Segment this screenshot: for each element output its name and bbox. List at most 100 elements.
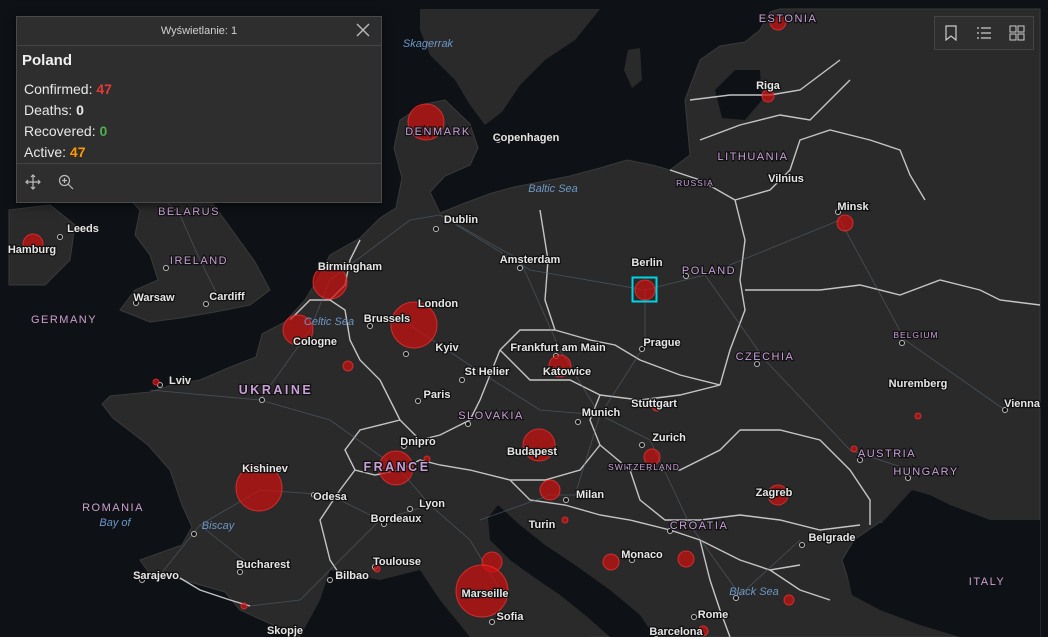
map-label-country: AUSTRIA bbox=[858, 448, 916, 460]
map-label-country: LITHUANIA bbox=[718, 151, 789, 163]
map-label-country: ESTONIA bbox=[759, 13, 818, 25]
stat-active: Active: 47 bbox=[24, 142, 381, 163]
map-label-water: Black Sea bbox=[729, 586, 779, 598]
stat-value: 47 bbox=[69, 144, 86, 160]
map-label-water: Baltic Sea bbox=[528, 183, 578, 195]
popup-toolbar bbox=[17, 163, 381, 202]
grid-icon bbox=[1009, 25, 1025, 41]
map-label-country: HUNGARY bbox=[893, 466, 958, 478]
list-icon bbox=[977, 27, 991, 39]
map-label-city: Paris bbox=[424, 389, 451, 401]
map-label-city: Monaco bbox=[621, 549, 663, 561]
stat-deaths: Deaths: 0 bbox=[24, 100, 381, 121]
map-label-city: Frankfurt am Main bbox=[510, 342, 606, 354]
map-label-country-big: UKRAINE bbox=[239, 383, 313, 397]
map-label-city: Odesa bbox=[313, 491, 348, 503]
map-label-country-small: BELGIUM bbox=[893, 330, 938, 340]
feature-popup[interactable]: Wyświetlanie: 1 Poland Confirmed: 47 Dea… bbox=[16, 16, 382, 203]
basemap-gallery-button[interactable] bbox=[1000, 17, 1033, 49]
map-label-city: Berlin bbox=[631, 257, 662, 269]
map-label-city: Marseille bbox=[461, 588, 508, 600]
map-label-city: Bilbao bbox=[335, 570, 369, 582]
map-label-city: Bucharest bbox=[236, 559, 290, 571]
stat-value: 47 bbox=[96, 81, 112, 97]
legend-button[interactable] bbox=[968, 17, 1001, 49]
map-label-city: Sofia bbox=[497, 611, 525, 623]
stat-recovered: Recovered: 0 bbox=[24, 121, 381, 142]
map-label-city: London bbox=[418, 298, 459, 310]
map-label-city: Bordeaux bbox=[371, 513, 423, 525]
map-label-city: Rome bbox=[698, 609, 729, 621]
map-label-country-small: SWITZERLAND bbox=[608, 462, 680, 472]
move-icon[interactable] bbox=[25, 174, 41, 190]
map-label-water: Bay of bbox=[99, 517, 131, 529]
map-label-water: Celtic Sea bbox=[304, 316, 354, 328]
bookmarks-button[interactable] bbox=[935, 17, 968, 49]
map-label-city: Kyiv bbox=[435, 342, 459, 354]
zoom-icon[interactable] bbox=[58, 174, 74, 190]
map-label-city: Riga bbox=[756, 80, 781, 92]
popup-stats: Confirmed: 47 Deaths: 0 Recovered: 0 Act… bbox=[24, 79, 381, 163]
map-label-city: Vienna bbox=[1004, 398, 1041, 410]
map-label-city: Dnipro bbox=[400, 436, 436, 448]
map-label-city: Hamburg bbox=[8, 244, 56, 256]
map-label-country: CROATIA bbox=[670, 520, 729, 532]
map-label-country: ITALY bbox=[969, 576, 1005, 588]
stat-label: Confirmed: bbox=[24, 81, 97, 97]
map-label-city: Amsterdam bbox=[500, 254, 561, 266]
popup-title: Poland bbox=[22, 52, 73, 69]
map-label-city: Barcelona bbox=[649, 626, 703, 637]
stat-value: 0 bbox=[99, 123, 108, 139]
stat-label: Deaths: bbox=[24, 102, 77, 118]
widget-toolbar bbox=[934, 16, 1034, 50]
map-label-city: Stuttgart bbox=[631, 398, 677, 410]
map-label-city: Skopje bbox=[267, 625, 303, 637]
stat-value: 0 bbox=[76, 102, 84, 118]
map-label-city: Lyon bbox=[419, 498, 445, 510]
map-label-city: Warsaw bbox=[133, 292, 175, 304]
map-label-city: Prague bbox=[643, 337, 680, 349]
map-label-country-big: FRANCE bbox=[363, 460, 430, 474]
map-label-city: Turin bbox=[529, 519, 556, 531]
map-label-city: Nuremberg bbox=[889, 378, 948, 390]
map-label-city: Belgrade bbox=[808, 532, 855, 544]
map-label-country: BELARUS bbox=[158, 206, 220, 218]
map-label-city: Munich bbox=[582, 407, 621, 419]
popup-header: Wyświetlanie: 1 bbox=[17, 17, 381, 46]
map-label-city: Milan bbox=[576, 489, 604, 501]
bookmark-icon bbox=[945, 25, 957, 41]
stat-label: Active: bbox=[24, 144, 70, 160]
map-label-city: Cardiff bbox=[209, 291, 245, 303]
stat-confirmed: Confirmed: 47 bbox=[24, 79, 381, 100]
map-label-city: Sarajevo bbox=[133, 570, 179, 582]
map-label-city: Copenhagen bbox=[493, 132, 560, 144]
map-label-water: Biscay bbox=[202, 520, 236, 532]
map-label-city: Zagreb bbox=[756, 487, 793, 499]
map-label-city: Minsk bbox=[837, 201, 869, 213]
map-label-city: Katowice bbox=[543, 366, 591, 378]
map-label-country: IRELAND bbox=[170, 255, 228, 267]
map-label-city: Budapest bbox=[507, 446, 557, 458]
close-icon[interactable] bbox=[355, 22, 371, 38]
map-label-city: Lviv bbox=[169, 375, 192, 387]
map-label-city: Zurich bbox=[652, 432, 686, 444]
popup-header-text: Wyświetlanie: 1 bbox=[160, 25, 238, 37]
map-label-city: Vilnius bbox=[768, 173, 804, 185]
map-label-city: Toulouse bbox=[373, 556, 421, 568]
map-label-water: Skagerrak bbox=[403, 38, 454, 50]
map-label-country: GERMANY bbox=[31, 314, 97, 326]
map-label-country-small: RUSSIA bbox=[676, 178, 714, 188]
map-view[interactable]: ESTONIA Skagerrak Riga DENMARK Copenhagen LIT… bbox=[0, 0, 1048, 637]
map-label-city: Dublin bbox=[444, 214, 478, 226]
map-label-country: POLAND bbox=[682, 265, 736, 277]
map-label-country: CZECHIA bbox=[736, 351, 795, 363]
map-label-country: SLOVAKIA bbox=[458, 410, 524, 422]
map-label-city: Kishinev bbox=[242, 463, 289, 475]
map-label-city: Leeds bbox=[67, 223, 99, 235]
map-label-country: DENMARK bbox=[405, 126, 471, 138]
map-label-city: Birmingham bbox=[318, 261, 382, 273]
map-label-city: Cologne bbox=[293, 336, 337, 348]
stat-label: Recovered: bbox=[24, 123, 100, 139]
map-label-city: St Helier bbox=[465, 366, 510, 378]
map-label-city: Brussels bbox=[364, 313, 410, 325]
